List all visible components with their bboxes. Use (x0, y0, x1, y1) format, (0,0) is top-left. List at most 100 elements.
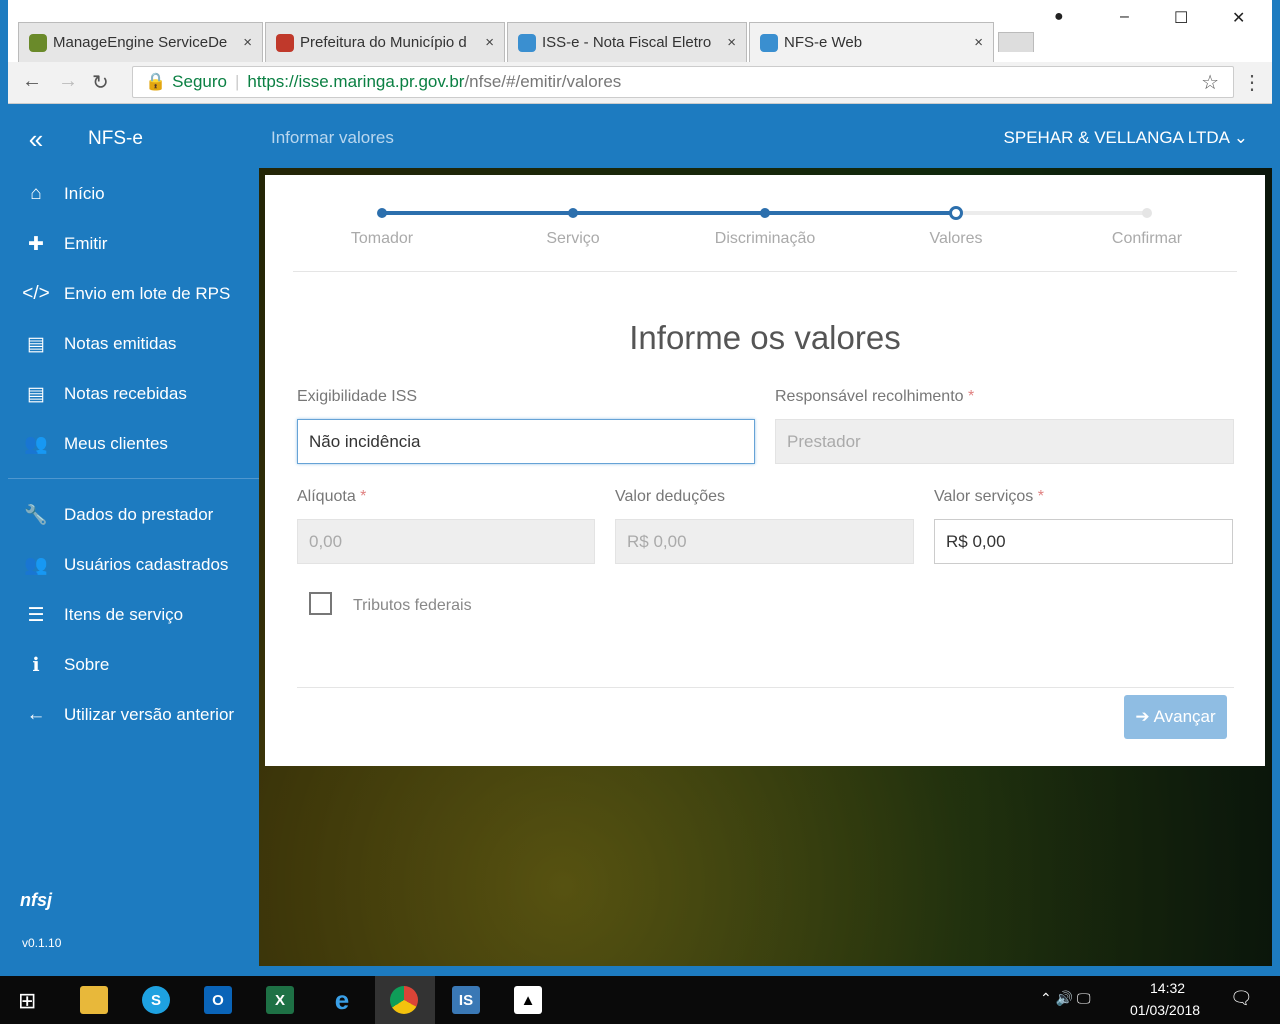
nfse-logo: nfsj (20, 890, 53, 910)
sidebar-item-label: Sobre (64, 655, 110, 674)
exigibilidade-iss-select[interactable]: Não incidência (297, 419, 755, 464)
sidebar-divider (8, 478, 259, 479)
form-card: Tomador Serviço Discriminação Valores Confir… (265, 175, 1265, 766)
double-chevron-left-icon: « (28, 123, 44, 154)
chevron-down-icon: ⌄ (1233, 128, 1248, 147)
sidebar-item-4[interactable]: ▤ Notas recebidas (8, 374, 259, 414)
clock-time[interactable]: 14:32 (1150, 980, 1185, 996)
favicon-icon (518, 33, 536, 52)
sidebar-item-icon: 👥 (24, 434, 48, 455)
favicon-icon (760, 33, 778, 52)
collapse-sidebar-button[interactable]: «NFS-e (8, 119, 259, 159)
tab-prefeitura[interactable]: Prefeitura do Município d × (265, 22, 505, 62)
minimize-icon[interactable]: – (1120, 8, 1129, 26)
sidebar-item-icon: ✚ (28, 233, 44, 255)
sidebar-item-6[interactable]: 🔧 Dados do prestador (8, 495, 259, 535)
sidebar-item-icon: 👥 (24, 555, 48, 576)
valor-deducoes-field[interactable]: R$ 0,00 (615, 519, 914, 564)
clock-date[interactable]: 01/03/2018 (1130, 1002, 1200, 1018)
sidebar-item-label: Notas emitidas (64, 334, 177, 353)
photos-icon[interactable]: ▲ (514, 986, 542, 1014)
browser-chrome: ManageEngine ServiceDe × Prefeitura do Mu… (0, 0, 1280, 104)
stepper-line (956, 211, 1147, 215)
sidebar-item-label: Envio em lote de RPS (64, 284, 231, 303)
aliquota-field[interactable]: 0,00 (297, 519, 595, 564)
close-window-icon[interactable]: ✕ (1232, 8, 1245, 28)
sidebar-item-label: Usuários cadastrados (64, 555, 229, 574)
sidebar-item-3[interactable]: ▤ Notas emitidas (8, 324, 259, 364)
forward-icon[interactable]: → (58, 70, 78, 93)
outlook-icon[interactable]: O (204, 986, 232, 1014)
form-heading: Informe os valores (629, 319, 901, 356)
sidebar-item-7[interactable]: 👥 Usuários cadastrados (8, 545, 259, 585)
sidebar-item-icon: 🔧 (24, 505, 48, 526)
sidebar-item-label: Notas recebidas (64, 384, 187, 403)
windows-start-icon[interactable]: ⊞ (18, 988, 36, 1014)
sidebar-item-0[interactable]: ⌂ Início (8, 174, 259, 214)
step-label: Tomador (350, 230, 414, 247)
sidebar-item-icon: ☰ (27, 604, 45, 626)
valor-servicos-input[interactable]: R$ 0,00 (934, 519, 1233, 564)
close-tab-icon[interactable]: × (974, 34, 983, 51)
stepper-line (573, 211, 765, 215)
step-dot (949, 206, 963, 220)
menu-icon[interactable]: ⋮ (1242, 70, 1262, 95)
tab-manageengine[interactable]: ManageEngine ServiceDe × (18, 22, 263, 62)
step-dot (377, 208, 387, 218)
close-tab-icon[interactable]: × (243, 34, 252, 51)
notifications-icon[interactable]: 🗨 (1230, 988, 1253, 1009)
sidebar-item-9[interactable]: ℹ Sobre (8, 645, 259, 685)
file-explorer-icon[interactable] (80, 986, 108, 1014)
step-dot (760, 208, 770, 218)
responsavel-recolhimento-field[interactable]: Prestador (775, 419, 1234, 464)
sidebar-item-label: Itens de serviço (64, 605, 184, 624)
skype-icon[interactable]: S (142, 986, 170, 1014)
bookmark-star-icon[interactable]: ☆ (1201, 70, 1219, 95)
arrow-right-icon: ➔ (1135, 707, 1150, 726)
step-label: Confirmar (1111, 230, 1183, 247)
profile-icon[interactable]: ● (1054, 8, 1064, 26)
sidebar-item-1[interactable]: ✚ Emitir (8, 224, 259, 264)
lock-icon: 🔒 (145, 72, 167, 91)
sidebar-item-icon: ← (26, 704, 46, 725)
sidebar-item-icon: ℹ (32, 654, 40, 676)
new-tab-button[interactable] (998, 32, 1034, 52)
taskbar: ⊞ S O X e IS ▲ ⌃ 🔊 🖵 14:32 01/03/2018 🗨 (0, 976, 1280, 1024)
chrome-icon[interactable] (390, 986, 418, 1014)
tab-nfse-web[interactable]: NFS-e Web × (749, 22, 994, 62)
sidebar-item-icon: ▤ (27, 383, 45, 405)
sidebar-item-label: Utilizar versão anterior (64, 705, 235, 724)
tray-icons[interactable]: ⌃ 🔊 🖵 (1040, 990, 1090, 1007)
sidebar-item-2[interactable]: </> Envio em lote de RPS (8, 274, 259, 314)
sidebar-item-10[interactable]: ← Utilizar versão anterior (8, 695, 259, 735)
sidebar-item-8[interactable]: ☰ Itens de serviço (8, 595, 259, 635)
stepper-line (765, 211, 956, 215)
sidebar-item-label: Início (64, 184, 105, 203)
sidebar-item-label: Emitir (64, 234, 108, 253)
tributos-federais-checkbox[interactable] (309, 592, 332, 615)
sidebar: «NFS-e ⌂ Início ✚ Emitir </> Envio em lote de… (8, 104, 259, 966)
version: v0.1.10 (22, 936, 62, 950)
internet-explorer-icon[interactable]: e (328, 985, 356, 1015)
favicon-icon (29, 33, 47, 52)
close-tab-icon[interactable]: × (485, 34, 494, 51)
back-icon[interactable]: ← (22, 70, 42, 93)
sidebar-item-5[interactable]: 👥 Meus clientes (8, 424, 259, 464)
address-bar-row: ← → ↻ 🔒 Seguro | https://isse.maringa.pr… (8, 62, 1272, 104)
step-dot (568, 208, 578, 218)
step-dot (1142, 208, 1152, 218)
maximize-icon[interactable]: ☐ (1174, 8, 1188, 28)
iss-app-icon[interactable]: IS (452, 986, 480, 1014)
excel-icon[interactable]: X (266, 986, 294, 1014)
reload-icon[interactable]: ↻ (92, 70, 109, 95)
sidebar-item-icon: </> (22, 283, 50, 304)
avancar-button[interactable]: ➔ Avançar (1124, 695, 1227, 739)
page-title: Informar valores (271, 128, 394, 147)
favicon-icon (276, 33, 294, 52)
tab-isse[interactable]: ISS-e - Nota Fiscal Eletro × (507, 22, 747, 62)
url-input[interactable]: 🔒 Seguro | https://isse.maringa.pr.gov.b… (132, 66, 1234, 98)
close-tab-icon[interactable]: × (727, 34, 736, 51)
company-dropdown[interactable]: SPEHAR & VELLANGA LTDA ⌄ (1004, 128, 1248, 148)
sidebar-item-icon: ⌂ (30, 183, 42, 204)
top-bar: Informar valores SPEHAR & VELLANGA LTDA … (259, 104, 1272, 168)
